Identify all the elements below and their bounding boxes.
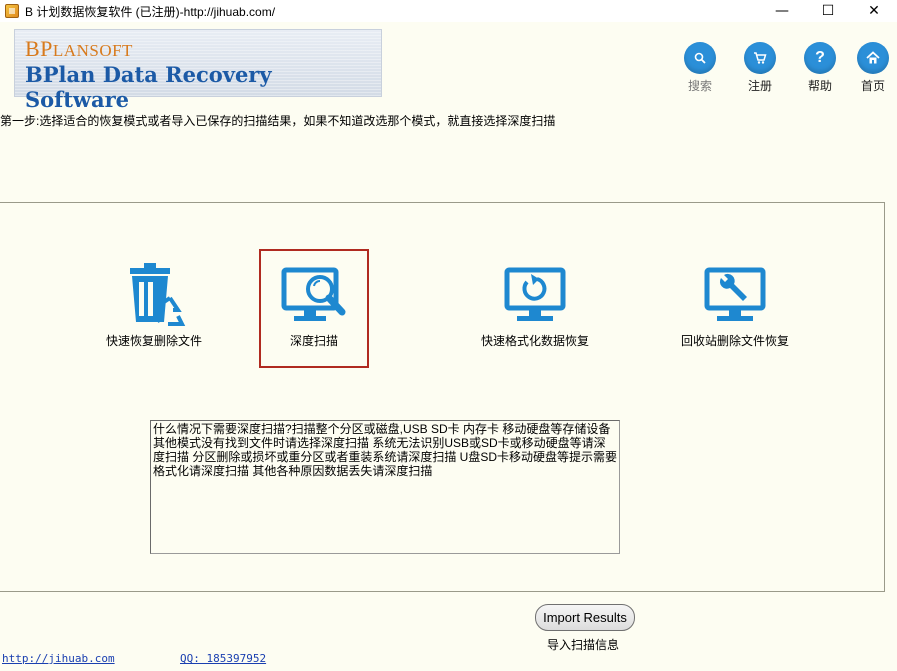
app-icon — [5, 4, 19, 18]
cart-icon[interactable] — [744, 42, 776, 74]
nav-register[interactable]: 注册 — [738, 42, 782, 94]
mode-recycle-recover[interactable]: 回收站删除文件恢复 — [670, 262, 800, 349]
home-icon[interactable] — [857, 42, 889, 74]
mode-deep-scan[interactable]: 深度扫描 — [264, 262, 364, 349]
minimize-button[interactable]: — — [759, 0, 805, 22]
brand-name-rest: LANSOFT — [52, 41, 133, 60]
mode-quick-recover[interactable]: 快速恢复删除文件 — [74, 262, 234, 349]
window-controls: — ☐ ✕ — [759, 0, 897, 22]
qq-link[interactable]: QQ: 185397952 — [180, 652, 266, 665]
website-link[interactable]: http://jihuab.com — [2, 652, 115, 665]
step-instruction: 第一步:选择适合的恢复模式或者导入已保存的扫描结果，如果不知道改选那个模式，就直… — [0, 114, 556, 128]
monitor-wrench-icon[interactable] — [703, 262, 767, 326]
brand-logo: BPLANSOFT BPlan Data Recovery Software — [14, 29, 382, 112]
mode-quick-recover-label: 快速恢复删除文件 — [105, 334, 202, 348]
nav-help-label: 帮助 — [807, 79, 832, 93]
mode-description-box[interactable]: 什么情况下需要深度扫描?扫描整个分区或磁盘,USB SD卡 内存卡 移动硬盘等存… — [150, 420, 620, 554]
monitor-search-icon[interactable] — [280, 262, 348, 326]
window-title: B 计划数据恢复软件 (已注册)-http://jihuab.com/ — [25, 4, 276, 19]
recycle-bin-icon[interactable] — [122, 262, 186, 326]
product-name: BPlan Data Recovery Software — [25, 62, 272, 112]
nav-home[interactable]: 首页 — [851, 42, 895, 94]
mode-format-recover[interactable]: 快速格式化数据恢复 — [465, 262, 605, 349]
nav-help[interactable]: ? 帮助 — [798, 42, 842, 94]
brand-name: BPLANSOFT — [25, 36, 133, 62]
nav-home-label: 首页 — [860, 79, 885, 93]
search-icon[interactable] — [684, 42, 716, 74]
monitor-refresh-icon[interactable] — [503, 262, 567, 326]
close-button[interactable]: ✕ — [851, 0, 897, 22]
import-results-label: 导入扫描信息 — [547, 638, 620, 652]
nav-search-label: 搜索 — [687, 79, 712, 93]
help-icon[interactable]: ? — [804, 42, 836, 74]
title-bar: B 计划数据恢复软件 (已注册)-http://jihuab.com/ — ☐ … — [0, 0, 897, 22]
nav-search[interactable]: 搜索 — [678, 42, 722, 94]
mode-recycle-recover-label: 回收站删除文件恢复 — [680, 334, 789, 348]
maximize-button[interactable]: ☐ — [805, 0, 851, 22]
import-results-button[interactable]: Import Results — [535, 604, 635, 631]
brand-name-first: BP — [25, 36, 53, 61]
mode-format-recover-label: 快速格式化数据恢复 — [480, 334, 589, 348]
nav-register-label: 注册 — [747, 79, 772, 93]
mode-deep-scan-label: 深度扫描 — [289, 334, 338, 348]
